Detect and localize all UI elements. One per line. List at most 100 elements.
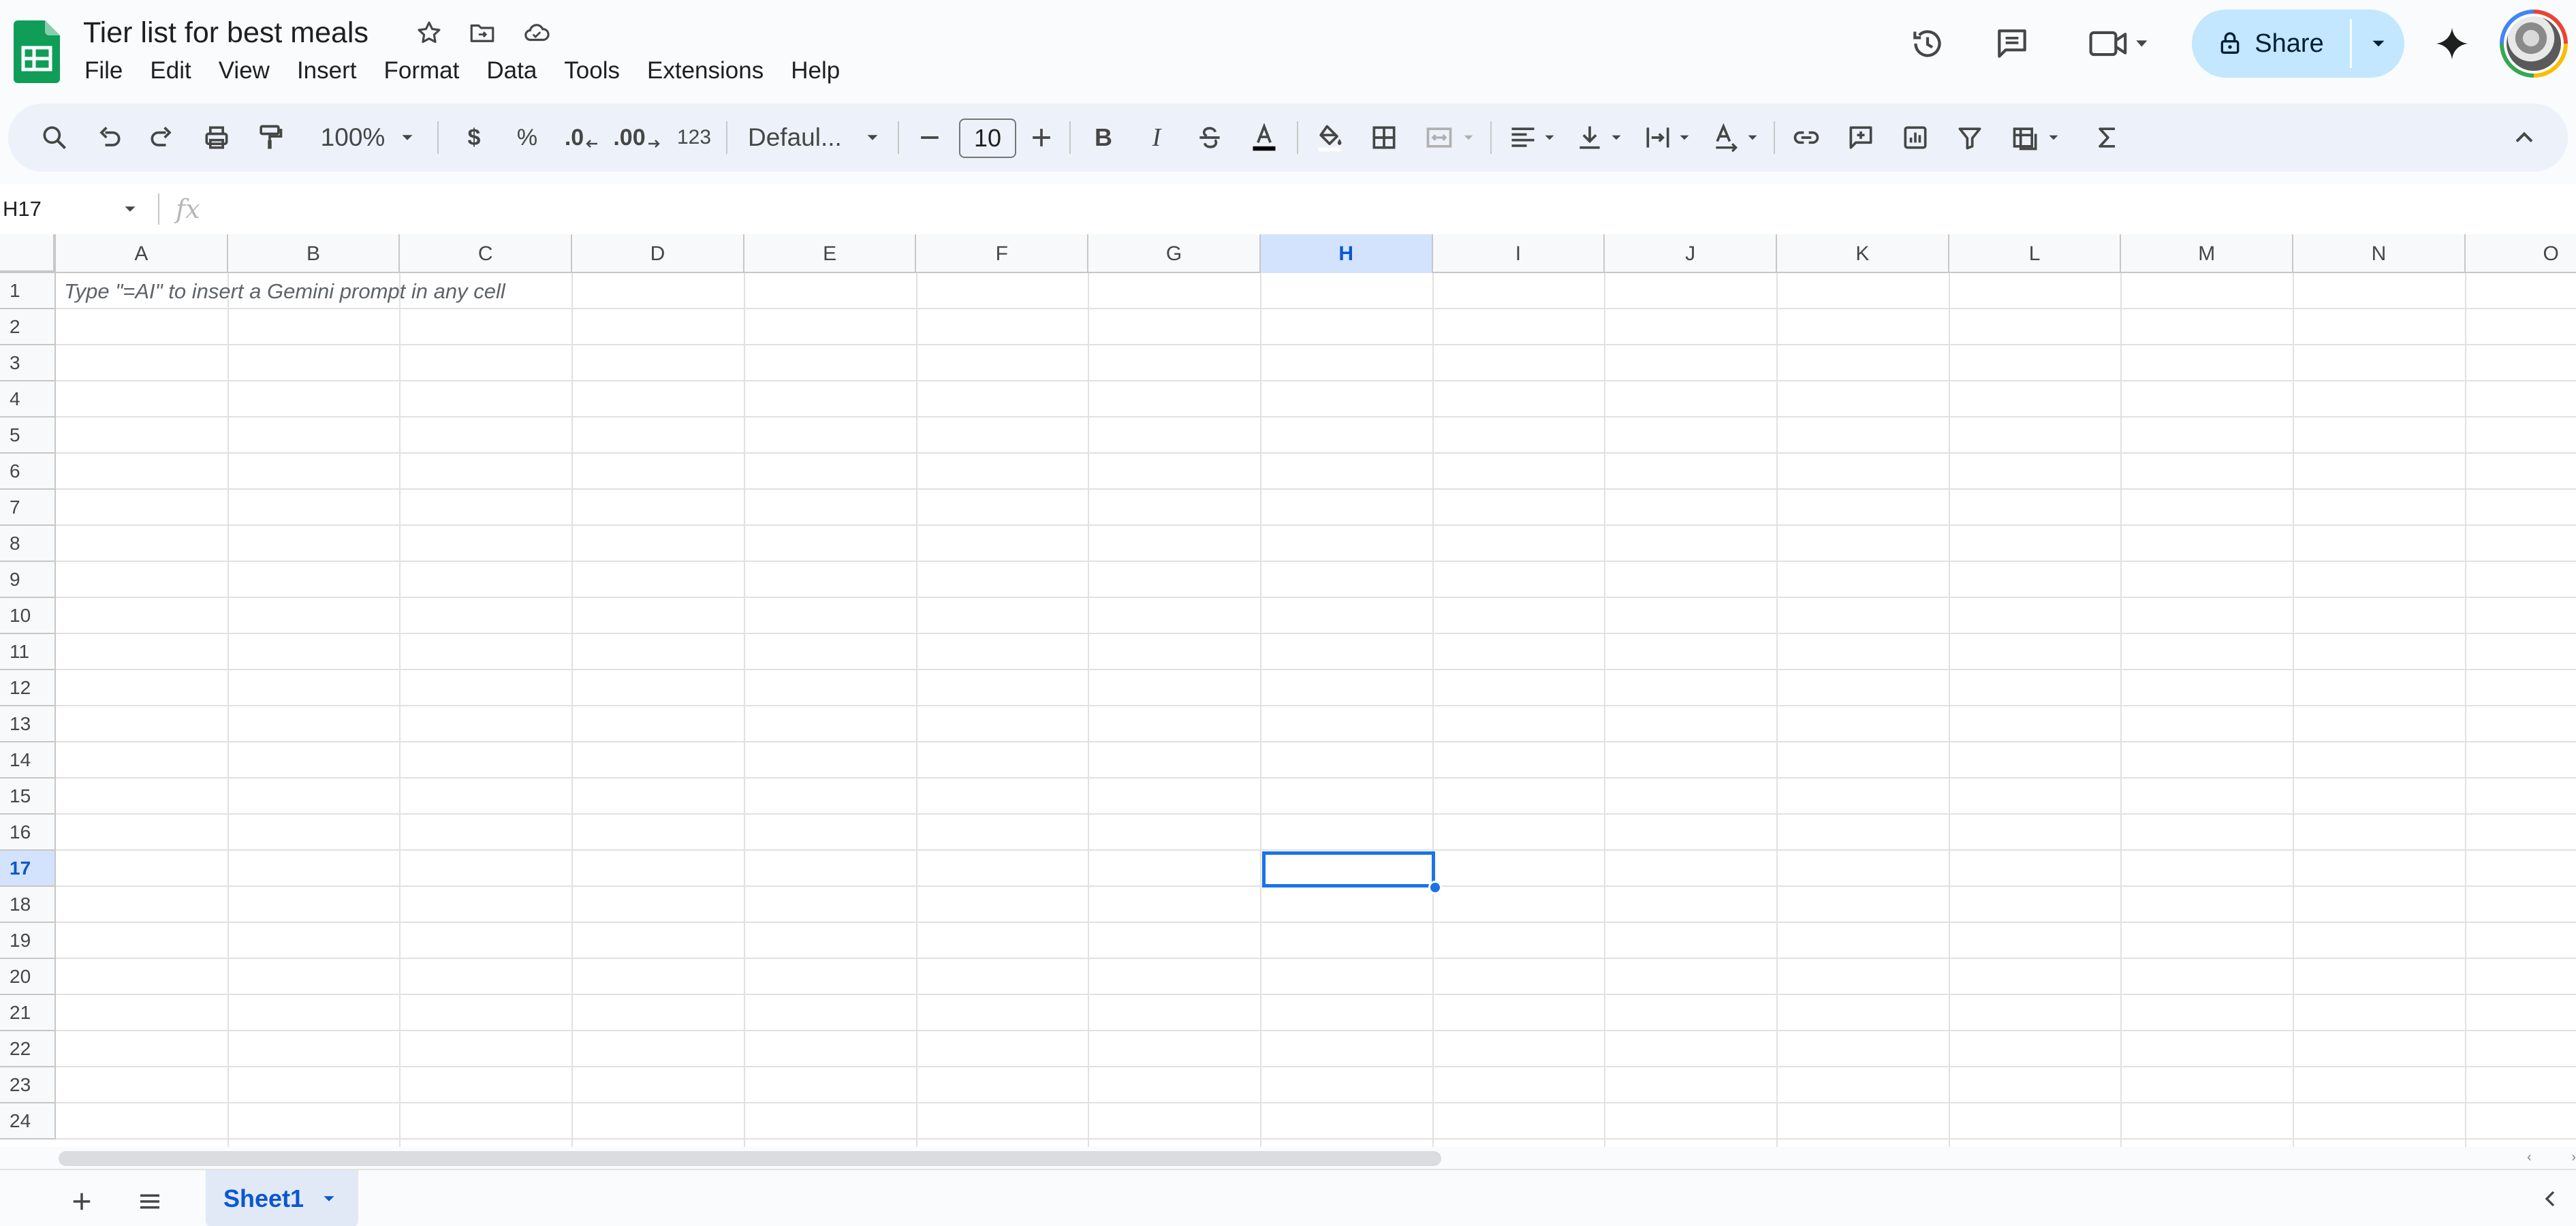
insert-comment-button[interactable] xyxy=(1839,116,1883,159)
print-button[interactable] xyxy=(195,116,238,159)
row-header-23[interactable]: 23 xyxy=(0,1067,56,1103)
name-box[interactable]: H17 xyxy=(3,191,42,227)
share-button[interactable]: Share xyxy=(2192,10,2349,78)
column-header-m[interactable]: M xyxy=(2121,234,2294,273)
column-header-j[interactable]: J xyxy=(1605,234,1777,273)
text-wrapping-button[interactable] xyxy=(1639,116,1697,159)
column-header-g[interactable]: G xyxy=(1088,234,1261,273)
cloud-saved-icon[interactable] xyxy=(519,15,554,50)
comments-button[interactable] xyxy=(1985,20,2039,67)
functions-button[interactable] xyxy=(2086,116,2129,159)
column-header-h[interactable]: H xyxy=(1260,234,1433,273)
star-icon[interactable] xyxy=(411,15,447,50)
format-percent-button[interactable]: % xyxy=(505,116,549,159)
paint-format-button[interactable] xyxy=(248,116,292,159)
decrease-decimal-button[interactable]: .0 xyxy=(559,116,606,159)
row-header-5[interactable]: 5 xyxy=(0,418,56,454)
menu-format[interactable]: Format xyxy=(371,53,473,89)
insert-chart-button[interactable] xyxy=(1894,116,1937,159)
row-header-24[interactable]: 24 xyxy=(0,1103,56,1139)
chevron-left-icon[interactable] xyxy=(2536,1185,2564,1212)
column-header-k[interactable]: K xyxy=(1777,234,1949,273)
row-header-20[interactable]: 20 xyxy=(0,959,56,995)
menu-tools[interactable]: Tools xyxy=(550,53,633,89)
row-header-14[interactable]: 14 xyxy=(0,742,56,779)
bold-button[interactable]: B xyxy=(1082,116,1125,159)
text-rotation-button[interactable] xyxy=(1707,116,1765,159)
italic-button[interactable]: I xyxy=(1135,116,1178,159)
zoom-select[interactable]: 100% xyxy=(308,116,430,159)
redo-button[interactable] xyxy=(140,116,184,159)
row-header-6[interactable]: 6 xyxy=(0,454,56,490)
row-header-4[interactable]: 4 xyxy=(0,381,56,418)
column-header-n[interactable]: N xyxy=(2293,234,2466,273)
table-view-button[interactable] xyxy=(2002,116,2071,159)
menu-insert[interactable]: Insert xyxy=(283,53,371,89)
spreadsheet-grid[interactable]: ABCDEFGHIJKLMNO 1 2 3 4 5 6 7 8 9 10 11 12 13 14 15 16 1… xyxy=(0,234,2576,1147)
horizontal-align-button[interactable] xyxy=(1504,116,1562,159)
text-color-button[interactable] xyxy=(1242,116,1286,159)
row-header-17[interactable]: 17 xyxy=(0,851,56,887)
row-header-11[interactable]: 11 xyxy=(0,634,56,670)
menu-help[interactable]: Help xyxy=(777,53,853,89)
decrease-font-size-button[interactable] xyxy=(909,116,951,159)
create-filter-button[interactable] xyxy=(1948,116,1992,159)
document-title[interactable]: Tier list for best meals xyxy=(83,12,368,53)
column-header-d[interactable]: D xyxy=(572,234,744,273)
scroll-left-icon[interactable]: ‹ xyxy=(2527,1150,2532,1167)
row-header-18[interactable]: 18 xyxy=(0,887,56,923)
all-sheets-button[interactable] xyxy=(129,1181,170,1222)
scroll-right-icon[interactable]: › xyxy=(2571,1150,2576,1167)
row-header-8[interactable]: 8 xyxy=(0,526,56,562)
menu-view[interactable]: View xyxy=(205,53,283,89)
vertical-align-button[interactable] xyxy=(1571,116,1629,159)
row-header-10[interactable]: 10 xyxy=(0,598,56,634)
row-header-1[interactable]: 1 xyxy=(0,273,56,309)
more-formats-button[interactable]: 123 xyxy=(667,116,721,159)
column-header-f[interactable]: F xyxy=(917,234,1089,273)
caret-down-icon[interactable] xyxy=(319,1189,339,1209)
column-header-a[interactable]: A xyxy=(56,234,228,273)
select-all-corner[interactable] xyxy=(0,234,56,273)
sheets-logo-icon[interactable] xyxy=(14,20,60,83)
search-menus-button[interactable] xyxy=(33,116,76,159)
insert-link-button[interactable] xyxy=(1785,116,1828,159)
menu-edit[interactable]: Edit xyxy=(136,53,204,89)
increase-decimal-button[interactable]: .00 xyxy=(612,116,663,159)
row-header-2[interactable]: 2 xyxy=(0,309,56,345)
column-header-l[interactable]: L xyxy=(1949,234,2122,273)
meet-button[interactable] xyxy=(2075,20,2163,67)
strikethrough-button[interactable] xyxy=(1188,116,1231,159)
column-header-o[interactable]: O xyxy=(2466,234,2576,273)
row-header-15[interactable]: 15 xyxy=(0,779,56,815)
row-header-12[interactable]: 12 xyxy=(0,670,56,706)
row-header-3[interactable]: 3 xyxy=(0,345,56,381)
hide-menus-button[interactable] xyxy=(2502,116,2546,159)
borders-button[interactable] xyxy=(1362,116,1406,159)
column-header-b[interactable]: B xyxy=(228,234,400,273)
row-header-16[interactable]: 16 xyxy=(0,815,56,851)
gemini-button[interactable] xyxy=(2425,20,2479,67)
column-header-e[interactable]: E xyxy=(744,234,917,273)
row-header-9[interactable]: 9 xyxy=(0,562,56,598)
caret-down-icon[interactable] xyxy=(120,199,140,219)
horizontal-scrollbar[interactable] xyxy=(59,1151,1441,1166)
sheet-tab-sheet1[interactable]: Sheet1 xyxy=(206,1170,358,1226)
share-dropdown-button[interactable] xyxy=(2353,10,2404,78)
merge-cells-button[interactable] xyxy=(1417,116,1485,159)
column-header-i[interactable]: I xyxy=(1433,234,1605,273)
undo-button[interactable] xyxy=(87,116,131,159)
font-size-input[interactable]: 10 xyxy=(959,119,1016,158)
font-family-select[interactable]: Defaul... xyxy=(738,116,888,159)
version-history-button[interactable] xyxy=(1900,20,1955,67)
active-cell-h17[interactable] xyxy=(1262,851,1435,887)
row-header-7[interactable]: 7 xyxy=(0,490,56,526)
fill-color-button[interactable] xyxy=(1308,116,1351,159)
row-header-21[interactable]: 21 xyxy=(0,995,56,1031)
account-avatar[interactable] xyxy=(2500,10,2568,78)
row-header-19[interactable]: 19 xyxy=(0,923,56,959)
fill-handle[interactable] xyxy=(1428,881,1442,894)
menu-file[interactable]: File xyxy=(71,53,136,89)
menu-data[interactable]: Data xyxy=(473,53,550,89)
row-header-22[interactable]: 22 xyxy=(0,1031,56,1067)
